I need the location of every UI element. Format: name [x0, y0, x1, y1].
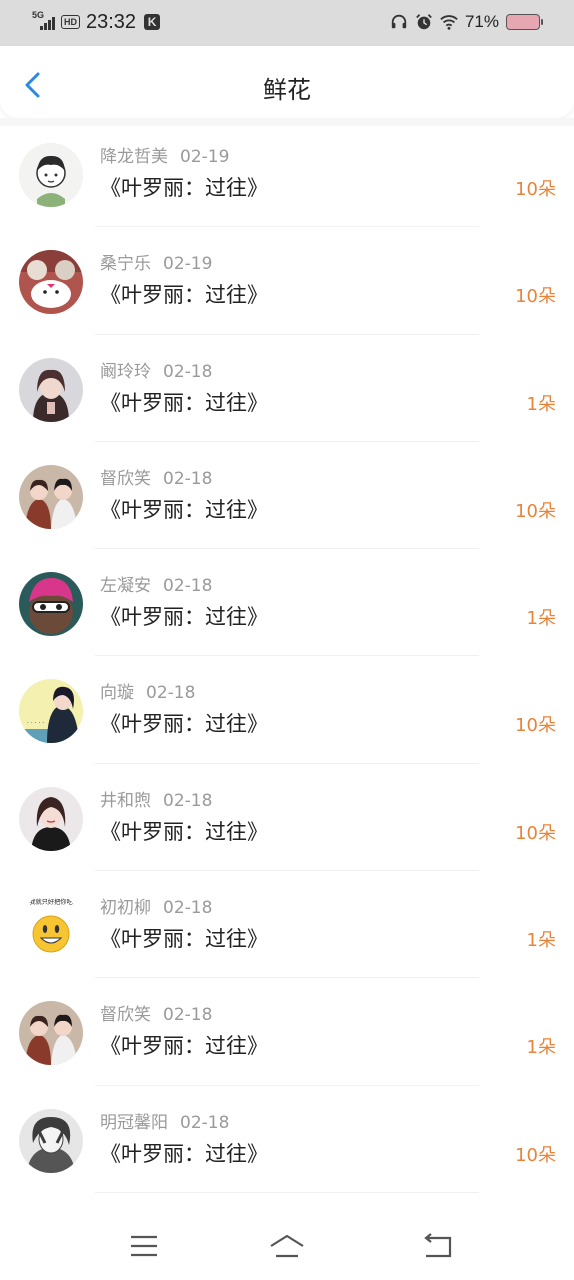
username: 左凝安	[100, 576, 151, 597]
username: 初初柳	[100, 898, 151, 919]
avatar[interactable]: · · · · ·	[19, 679, 83, 744]
date: 02-18	[163, 1005, 213, 1026]
header: 鲜花	[0, 46, 574, 118]
date: 02-19	[163, 254, 213, 275]
work-title[interactable]: 《叶罗丽：过往》	[100, 601, 268, 631]
headphones-icon	[391, 14, 407, 29]
avatar[interactable]	[19, 357, 83, 422]
username: 阚玲玲	[100, 361, 151, 382]
username: 督欣笑	[100, 468, 151, 489]
list-item[interactable]: 井和煦 02-18 《叶罗丽：过往》 10朵	[0, 764, 574, 872]
page-title: 鲜花	[263, 76, 311, 104]
list-item[interactable]: 明冠馨阳 02-18 《叶罗丽：过往》 10朵	[0, 1086, 574, 1193]
item-meta: 明冠馨阳 02-18	[100, 1108, 229, 1133]
system-navbar	[0, 1212, 574, 1280]
avatar[interactable]: 我就只好把你吃	[19, 894, 83, 959]
flower-count: 1朵	[526, 930, 556, 952]
status-time: 23:32	[86, 10, 137, 33]
date: 02-19	[180, 147, 230, 167]
date: 02-18	[146, 683, 196, 704]
username: 井和煦	[100, 790, 151, 811]
username: 降龙哲美	[100, 147, 168, 167]
battery-icon	[506, 14, 543, 30]
avatar-caption: 我就只好把你吃	[29, 898, 72, 906]
list-item[interactable]: 我就只好把你吃 初初柳 02-18 《叶罗丽：过往》 1朵	[0, 871, 574, 979]
avatar[interactable]	[19, 572, 83, 637]
list-item[interactable]: · · · · · 向璇 02-18 《叶罗丽：过往》 10朵	[0, 656, 574, 764]
flower-count: 10朵	[515, 715, 556, 737]
network-type: 5G	[32, 10, 45, 20]
home-icon[interactable]	[267, 1230, 307, 1262]
alarm-icon	[416, 14, 432, 30]
avatar[interactable]	[19, 250, 83, 315]
menu-icon[interactable]	[124, 1230, 164, 1262]
item-meta: 桑宁乐 02-19	[100, 249, 212, 274]
work-title[interactable]: 《叶罗丽：过往》	[100, 387, 268, 417]
list-item[interactable]: 督欣笑 02-18 《叶罗丽：过往》 10朵	[0, 442, 574, 550]
username: 督欣笑	[100, 1005, 151, 1026]
list-item[interactable]: 降龙哲美 02-19 《叶罗丽：过往》 10朵	[0, 120, 574, 228]
back-icon[interactable]	[418, 1230, 458, 1262]
list-item[interactable]: 桑宁乐 02-19 《叶罗丽：过往》 10朵	[0, 227, 574, 335]
work-title[interactable]: 《叶罗丽：过往》	[100, 1138, 268, 1168]
avatar[interactable]	[19, 786, 83, 851]
date: 02-18	[163, 898, 213, 919]
work-title[interactable]: 《叶罗丽：过往》	[100, 279, 268, 309]
item-meta: 左凝安 02-18	[100, 571, 212, 596]
work-title[interactable]: 《叶罗丽：过往》	[100, 708, 268, 738]
item-meta: 向璇 02-18	[100, 678, 195, 703]
avatar[interactable]	[19, 143, 83, 207]
flower-count: 1朵	[526, 1037, 556, 1059]
list-item[interactable]: 督欣笑 02-18 《叶罗丽：过往》 1朵	[0, 978, 574, 1086]
work-title[interactable]: 《叶罗丽：过往》	[100, 494, 268, 524]
item-meta: 初初柳 02-18	[100, 893, 212, 918]
date: 02-18	[180, 1112, 230, 1133]
flower-record-list[interactable]: 降龙哲美 02-19 《叶罗丽：过往》 10朵 桑宁乐 02-19 《叶罗丽：过往》…	[0, 120, 574, 1210]
flower-count: 10朵	[515, 179, 556, 200]
list-item-partial[interactable]	[0, 1193, 574, 1210]
avatar[interactable]	[19, 464, 83, 529]
item-meta: 井和煦 02-18	[100, 786, 212, 811]
wifi-icon	[440, 15, 458, 30]
work-title[interactable]: 《叶罗丽：过往》	[100, 816, 268, 846]
hd-badge: HD	[61, 15, 80, 29]
flower-count: 10朵	[515, 1144, 556, 1166]
work-title[interactable]: 《叶罗丽：过往》	[100, 172, 268, 202]
date: 02-18	[163, 468, 213, 489]
avatar[interactable]	[19, 1001, 83, 1066]
date: 02-18	[163, 361, 213, 382]
svg-text:· · · · ·: · · · · ·	[27, 720, 44, 727]
flower-count: 10朵	[515, 822, 556, 844]
item-meta: 督欣笑 02-18	[100, 1000, 212, 1025]
work-title[interactable]: 《叶罗丽：过往》	[100, 923, 268, 953]
username: 桑宁乐	[100, 254, 151, 275]
work-title[interactable]: 《叶罗丽：过往》	[100, 1030, 268, 1060]
status-bar: 5G HD 23:32 K 71%	[0, 0, 574, 46]
username: 明冠馨阳	[100, 1112, 168, 1133]
username: 向璇	[100, 683, 134, 704]
item-meta: 降龙哲美 02-19	[100, 142, 229, 167]
flower-count: 10朵	[515, 500, 556, 522]
flower-count: 1朵	[526, 608, 556, 630]
list-item[interactable]: 左凝安 02-18 《叶罗丽：过往》 1朵	[0, 549, 574, 657]
app-notification-icon: K	[144, 14, 161, 30]
date: 02-18	[163, 576, 213, 597]
flower-count: 10朵	[515, 286, 556, 308]
battery-percent: 71%	[464, 12, 499, 31]
item-meta: 督欣笑 02-18	[100, 464, 212, 489]
list-item[interactable]: 阚玲玲 02-18 《叶罗丽：过往》 1朵	[0, 335, 574, 442]
item-meta: 阚玲玲 02-18	[100, 357, 212, 382]
flower-count: 1朵	[526, 393, 556, 415]
cellular-signal-icon: 5G	[32, 10, 58, 32]
date: 02-18	[163, 790, 213, 811]
avatar[interactable]	[19, 1108, 83, 1173]
